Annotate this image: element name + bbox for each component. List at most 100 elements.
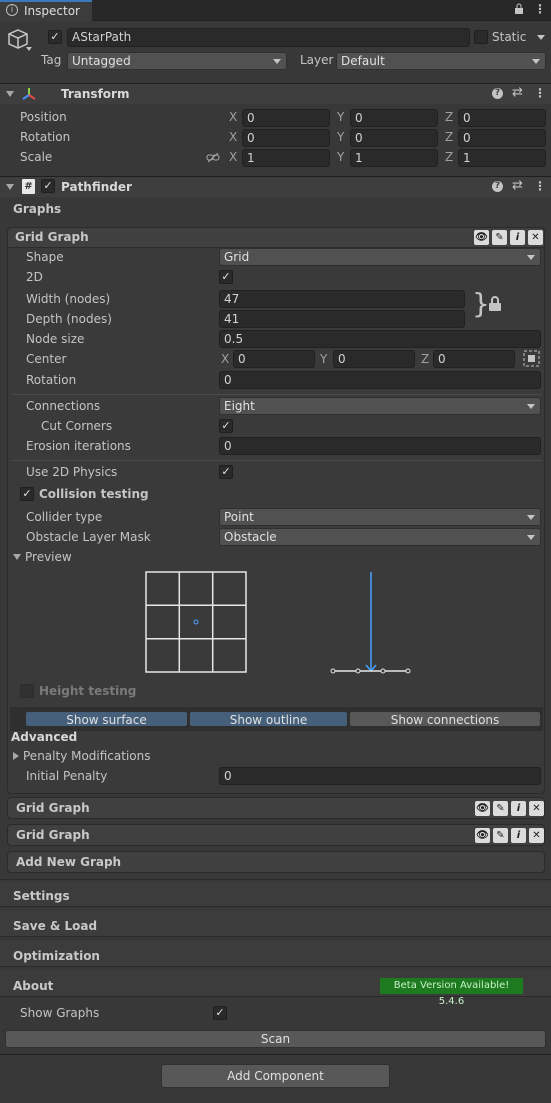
tab-inspector[interactable]: i Inspector [0,0,92,21]
pencil-icon[interactable]: ✎ [493,801,508,816]
position-label: Position [20,110,67,124]
eye-icon[interactable]: 👁 [475,828,490,843]
pencil-icon[interactable]: ✎ [492,230,507,245]
mask-label: Obstacle Layer Mask [26,530,151,544]
erosion-field[interactable]: 0 [219,437,541,455]
position-z-field[interactable]: 0 [458,109,546,127]
about-section[interactable]: About Beta Version Available! 5.4.6 [0,971,551,1007]
eye-icon[interactable]: 👁 [474,230,489,245]
nodesize-field[interactable]: 0.5 [219,330,541,348]
axis-x: X [229,150,238,164]
position-y-field[interactable]: 0 [350,109,438,127]
rotation-x-field[interactable]: 0 [242,129,330,147]
close-icon[interactable]: ✕ [529,828,544,843]
cutcorners-checkbox[interactable]: ✓ [219,419,233,433]
help-icon[interactable]: ? [492,181,503,192]
beta-version-badge[interactable]: Beta Version Available! 5.4.6 [380,978,523,1007]
tag-value: Untagged [72,54,131,68]
pathfinder-enabled-checkbox[interactable]: ✓ [41,179,55,193]
show-outline-toggle[interactable]: Show outline [189,711,348,727]
pencil-icon[interactable]: ✎ [493,828,508,843]
center-z-field[interactable]: 0 [433,350,515,368]
initial-penalty-label: Initial Penalty [26,769,108,783]
static-dropdown-arrow[interactable] [537,35,545,40]
unlinked-scale-icon[interactable] [206,152,220,166]
collision-checkbox[interactable]: ✓ [20,487,34,501]
rotation-y-field[interactable]: 0 [350,129,438,147]
depth-field[interactable]: 41 [219,310,465,328]
tag-dropdown[interactable]: Untagged [67,52,287,70]
layer-dropdown[interactable]: Default [336,52,546,70]
presets-icon[interactable]: ⇄ [512,85,523,100]
help-icon[interactable]: ? [492,88,503,99]
scan-button[interactable]: Scan [5,1030,546,1048]
add-component-button[interactable]: Add Component [161,1064,390,1088]
penalty-foldout-icon[interactable] [13,752,19,760]
rotation-label: Rotation [20,130,71,144]
active-checkbox[interactable]: ✓ [48,30,62,44]
axis-y: Y [337,130,345,144]
save-load-section[interactable]: Save & Load [0,911,551,937]
grid-graph-2-title: Grid Graph [16,801,90,815]
grid-graph-header[interactable]: Grid Graph 👁 ✎ i ✕ [8,228,544,248]
script-icon: # [22,179,35,194]
center-y-field[interactable]: 0 [333,350,415,368]
depth-label: Depth (nodes) [26,312,112,326]
collider-dropdown[interactable]: Point [219,508,541,526]
grid-rotation-field[interactable]: 0 [219,371,541,389]
layer-value: Default [341,54,385,68]
axis-x: X [229,110,238,124]
pathfinder-header[interactable]: # ✓ Pathfinder ? ⇄ ⋮ [0,176,551,197]
preview-foldout-icon[interactable] [13,554,21,560]
component-menu-icon[interactable]: ⋮ [534,86,546,100]
component-menu-icon[interactable]: ⋮ [534,179,546,193]
chevron-down-icon [527,515,535,520]
grid-graph-3-header[interactable]: Grid Graph 👁 ✎ i ✕ [7,824,545,846]
grid-graph-2-header[interactable]: Grid Graph 👁 ✎ i ✕ [7,797,545,819]
transform-header[interactable]: Transform ? ⇄ ⋮ [0,83,551,104]
more-menu-icon[interactable]: ⋮ [534,2,546,16]
object-name-field[interactable]: AStarPath [67,28,470,47]
use2d-checkbox[interactable]: ✓ [219,465,233,479]
info-icon[interactable]: i [511,828,526,843]
close-icon[interactable]: ✕ [529,801,544,816]
rotation-z-field[interactable]: 0 [458,129,546,147]
divider [0,1054,551,1055]
eye-icon[interactable]: 👁 [475,801,490,816]
optimization-section[interactable]: Optimization [0,941,551,967]
twod-checkbox[interactable]: ✓ [219,270,233,284]
pivot-selector-icon[interactable] [523,350,540,370]
lock-icon[interactable] [488,296,502,315]
shape-label: Shape [26,250,64,264]
width-field[interactable]: 47 [219,290,465,308]
close-icon[interactable]: ✕ [528,230,543,245]
scale-y-field[interactable]: 1 [350,149,438,167]
chevron-down-icon [532,59,540,64]
icon-dropdown-arrow[interactable] [26,47,32,51]
shape-dropdown[interactable]: Grid [219,248,541,266]
divider [12,394,542,395]
center-x-field[interactable]: 0 [233,350,315,368]
initial-penalty-field[interactable]: 0 [219,767,541,785]
position-x-field[interactable]: 0 [242,109,330,127]
chevron-down-icon [527,535,535,540]
connections-dropdown[interactable]: Eight [219,397,541,415]
presets-icon[interactable]: ⇄ [512,178,523,193]
show-surface-toggle[interactable]: Show surface [25,711,188,727]
show-connections-toggle[interactable]: Show connections [349,711,541,727]
advanced-heading: Advanced [11,730,78,744]
static-checkbox[interactable] [474,30,488,44]
scale-x-field[interactable]: 1 [242,149,330,167]
collision-label: Collision testing [39,487,149,501]
scale-label: Scale [20,150,53,164]
settings-section[interactable]: Settings [0,881,551,907]
scale-z-field[interactable]: 1 [458,149,546,167]
info-icon[interactable]: i [510,230,525,245]
lock-icon[interactable] [514,3,523,14]
mask-dropdown[interactable]: Obstacle [219,528,541,546]
width-label: Width (nodes) [26,292,111,306]
add-new-graph-button[interactable]: Add New Graph [7,851,545,873]
height-checkbox[interactable] [20,684,34,698]
show-graphs-checkbox[interactable]: ✓ [213,1006,227,1020]
info-icon[interactable]: i [511,801,526,816]
